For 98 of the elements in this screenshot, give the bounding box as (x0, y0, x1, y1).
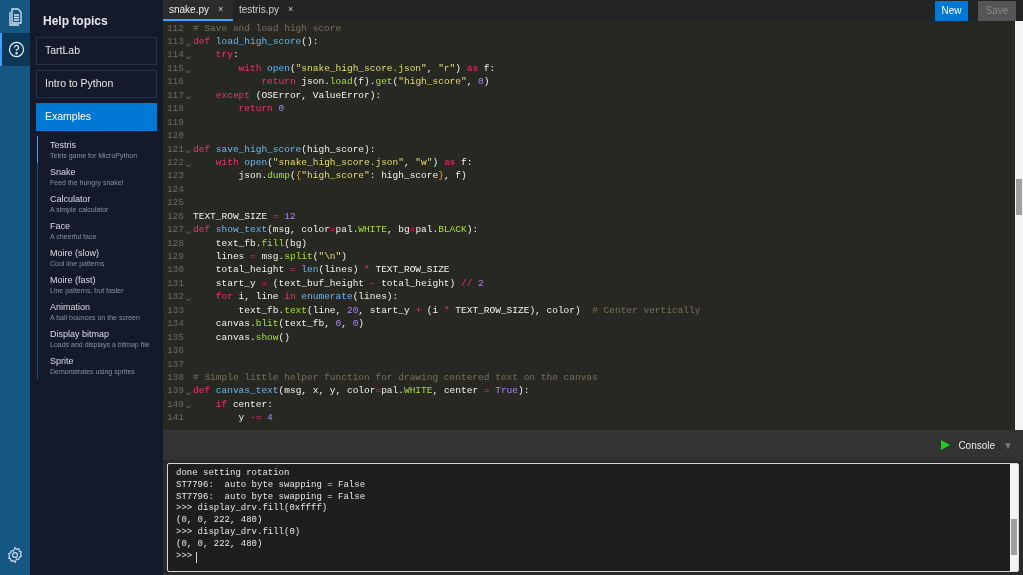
code-line: # Save and load high score (193, 21, 342, 36)
example-title[interactable]: Moire (fast) (50, 274, 157, 286)
text-cursor (196, 551, 198, 563)
example-title[interactable]: Sprite (50, 355, 157, 367)
line-number: 122 (165, 155, 184, 170)
fold-chevron-icon[interactable] (186, 96, 191, 101)
line-number: 125 (165, 196, 184, 211)
example-title[interactable]: Animation (50, 301, 157, 313)
line-number: 115 (165, 61, 184, 76)
console-line: (0, 0, 222, 480) (176, 539, 264, 552)
line-number: 114 (165, 48, 184, 63)
console-line: (0, 0, 222, 480) (176, 515, 264, 527)
fold-chevron-icon[interactable] (186, 56, 191, 61)
settings-icon[interactable] (6, 546, 24, 564)
line-number: 133 (165, 303, 184, 318)
line-number: 129 (165, 250, 184, 265)
console-prompt: >>> (176, 551, 193, 563)
fold-chevron-icon[interactable] (186, 150, 191, 155)
console-line: ST7796: auto byte swapping = False (176, 479, 367, 492)
code-line: return 0 (237, 102, 285, 117)
line-number: 139 (165, 384, 184, 399)
code-line: except (OSError, ValueError): (214, 88, 382, 103)
code-line: canvas.blit(text_fb, 0, 0) (214, 317, 365, 332)
line-number: 132 (165, 290, 184, 305)
example-title[interactable]: Calculator (50, 193, 157, 205)
code-line: canvas.show() (214, 330, 290, 345)
line-number: 130 (165, 263, 184, 278)
example-title[interactable]: Snake (50, 166, 157, 178)
line-number: 118 (165, 102, 184, 117)
fold-chevron-icon[interactable] (186, 405, 191, 410)
line-number: 121 (165, 142, 184, 157)
code-line: start_y = (text_buf_height - total_height) // 2 (214, 276, 484, 291)
code-line: with open("snake_high_score.json", "w") as f: (214, 155, 473, 170)
code-line: def show_text(msg, color=pal.WHITE, bg=pal.BLACK): (193, 223, 479, 238)
line-number: 117 (165, 88, 184, 103)
console-line: ST7796: auto byte swapping = False (176, 491, 367, 503)
line-number: 135 (165, 330, 184, 345)
example-title[interactable]: Display bitmap (50, 328, 157, 340)
action-button[interactable]: New (935, 0, 968, 21)
topic-button[interactable]: TartLab (36, 37, 157, 65)
fold-chevron-icon[interactable] (186, 69, 191, 74)
code-line: for i, line in enumerate(lines): (214, 290, 399, 305)
code-line: with open("snake_high_score.json", "r") as f: (237, 61, 496, 76)
close-icon[interactable]: × (218, 2, 224, 17)
code-line: total_height = len(lines) * TEXT_ROW_SIZE (214, 263, 450, 278)
fold-chevron-icon[interactable] (186, 297, 191, 302)
line-number: 134 (165, 317, 184, 332)
example-title[interactable]: Face (50, 220, 157, 232)
line-number: 124 (165, 182, 184, 197)
code-line: def save_high_score(high_score): (193, 142, 376, 157)
code-line: def canvas_text(msg, x, y, color=pal.WHITE, center = True): (193, 384, 530, 399)
console-line: done setting rotation (176, 467, 291, 480)
code-line: def load_high_score(): (193, 35, 319, 50)
documents-icon[interactable] (8, 7, 24, 26)
console-label[interactable]: Console (958, 437, 996, 453)
example-title[interactable]: Moire (slow) (50, 247, 157, 259)
sidebar-title: Help topics (42, 13, 109, 30)
example-title[interactable]: Testris (50, 139, 157, 151)
line-number: 120 (165, 129, 184, 144)
code-line: lines = msg.split("\n") (214, 250, 347, 265)
line-number: 131 (165, 276, 184, 291)
code-line: json.dump({"high_score": high_score}, f) (237, 169, 467, 184)
code-line: try: (214, 48, 239, 63)
code-line: text_fb.text(line, 20, start_y + (i * TEXT_ROW_SIZE), color) # Center vertically (237, 303, 701, 318)
console-line: >>> display_drv.fill(0xffff) (176, 503, 329, 515)
close-icon[interactable]: × (288, 2, 294, 17)
line-number: 119 (165, 115, 184, 130)
fold-chevron-icon[interactable] (186, 392, 191, 397)
code-line: if center: (214, 397, 273, 412)
code-line: # Simple little helper function for drawing centered text on the canvas (193, 370, 598, 385)
fold-chevron-icon[interactable] (186, 42, 191, 47)
fold-chevron-icon[interactable] (186, 230, 191, 235)
code-line: text_fb.fill(bg) (214, 236, 308, 251)
help-icon[interactable] (7, 41, 25, 58)
scrollbar[interactable] (1010, 464, 1018, 571)
line-number: 136 (165, 344, 184, 359)
file-tab[interactable]: snake.py × (163, 0, 233, 21)
code-line: return json.load(f).get("high_score", 0) (260, 75, 490, 90)
line-number: 127 (165, 223, 184, 238)
scrollbar[interactable] (1015, 21, 1023, 430)
line-number: 112 (165, 21, 184, 36)
fold-chevron-icon[interactable] (186, 163, 191, 168)
code-line: y -= 4 (237, 411, 273, 426)
code-line: TEXT_ROW_SIZE = 12 (193, 209, 296, 224)
line-number: 128 (165, 236, 184, 251)
console-line: >>> display_drv.fill(0) (176, 527, 302, 539)
line-number: 113 (165, 35, 184, 50)
line-number: 137 (165, 357, 184, 372)
line-number: 141 (165, 411, 184, 426)
topic-button[interactable]: Examples (36, 103, 157, 131)
play-icon[interactable] (941, 440, 951, 450)
line-number: 126 (165, 209, 184, 224)
console-panel[interactable]: done setting rotation ST7796: auto byte swapping = False ST7796: auto byte swapping = False >>> display_drv.fill(0xffff) (0, 0, 222, 480) >>> display_drv.fill(0) (0, 0, 222, 480) >>> (167, 463, 1019, 572)
line-number: 138 (165, 370, 184, 385)
line-number: 123 (165, 169, 184, 184)
line-number: 140 (165, 397, 184, 412)
line-number: 116 (165, 75, 184, 90)
topic-button[interactable]: Intro to Python (36, 70, 157, 98)
